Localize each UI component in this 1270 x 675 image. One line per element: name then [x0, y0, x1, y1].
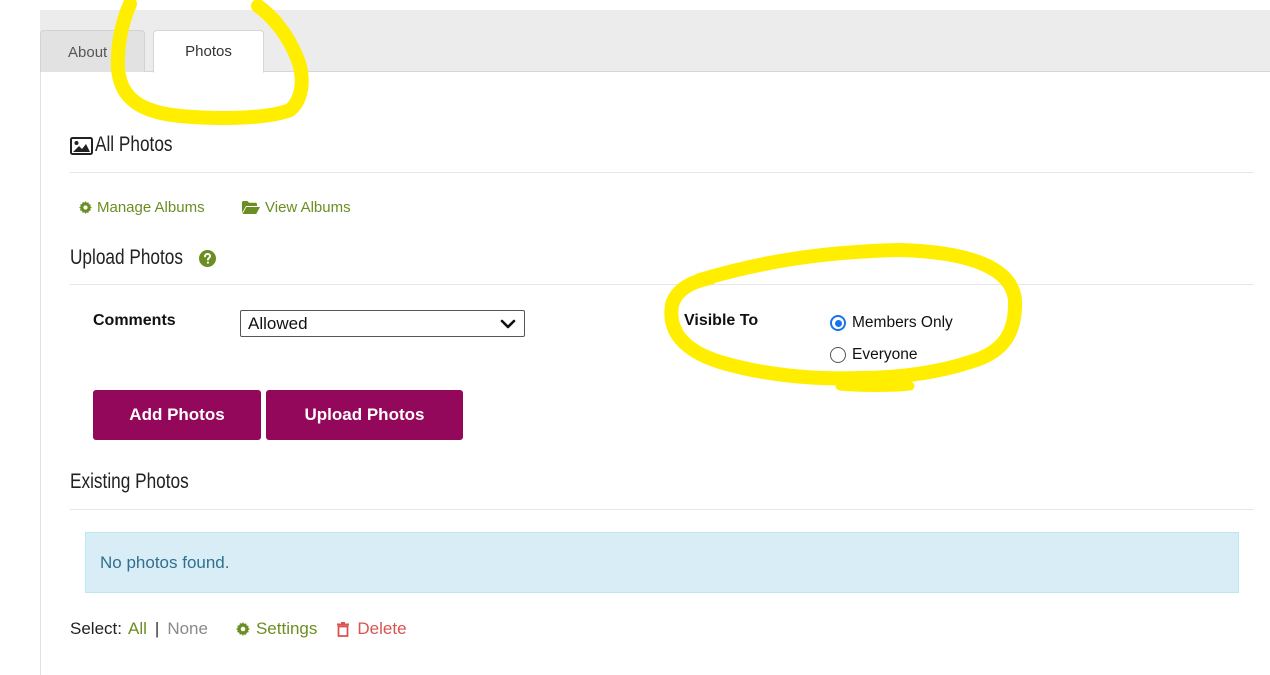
question-circle-icon[interactable] [199, 250, 216, 267]
tab-about[interactable]: About [40, 30, 145, 73]
tab-photos[interactable]: Photos [153, 30, 264, 73]
manage-albums-label: Manage Albums [97, 199, 205, 216]
settings-label: Settings [255, 619, 318, 638]
folder-open-icon [242, 201, 260, 214]
visibility-option-members-only[interactable]: Members Only [830, 314, 953, 332]
comments-select[interactable]: Allowed [240, 310, 525, 337]
all-photos-heading: All Photos [95, 133, 173, 156]
tab-photos-label: Photos [185, 43, 232, 60]
comments-label: Comments [93, 312, 176, 329]
manage-albums-link[interactable]: Manage Albums [79, 199, 205, 216]
select-separator: | [154, 619, 160, 638]
tab-about-label: About [68, 43, 108, 61]
divider [70, 172, 1254, 173]
select-bar: Select: All | None Settings Delete [70, 619, 407, 639]
visibility-option-everyone[interactable]: Everyone [830, 346, 917, 364]
trash-icon [337, 621, 350, 637]
settings-link[interactable]: Settings [235, 619, 318, 639]
visible-to-label: Visible To [684, 312, 759, 329]
gear-icon [235, 622, 250, 636]
delete-link[interactable]: Delete [337, 619, 407, 639]
chevron-down-icon [500, 319, 516, 329]
existing-photos-heading: Existing Photos [70, 470, 189, 493]
radio-members-only[interactable] [830, 315, 846, 331]
no-photos-message: No photos found. [100, 552, 230, 572]
select-label: Select: [70, 619, 122, 638]
upload-photos-heading: Upload Photos [70, 246, 183, 269]
radio-everyone[interactable] [830, 347, 846, 363]
comments-selected-value: Allowed [248, 313, 308, 333]
select-none-link[interactable]: None [167, 619, 208, 639]
gear-icon [79, 201, 92, 214]
add-photos-button[interactable]: Add Photos [93, 390, 261, 440]
divider [70, 509, 1254, 510]
everyone-label: Everyone [852, 346, 918, 363]
select-all-link[interactable]: All [128, 619, 147, 639]
view-albums-link[interactable]: View Albums [242, 199, 351, 216]
image-icon [70, 137, 93, 155]
upload-photos-button[interactable]: Upload Photos [266, 390, 463, 440]
divider [70, 284, 1254, 285]
members-only-label: Members Only [852, 314, 953, 331]
delete-label: Delete [357, 619, 407, 638]
view-albums-label: View Albums [265, 199, 351, 216]
no-photos-alert: No photos found. [85, 532, 1239, 593]
